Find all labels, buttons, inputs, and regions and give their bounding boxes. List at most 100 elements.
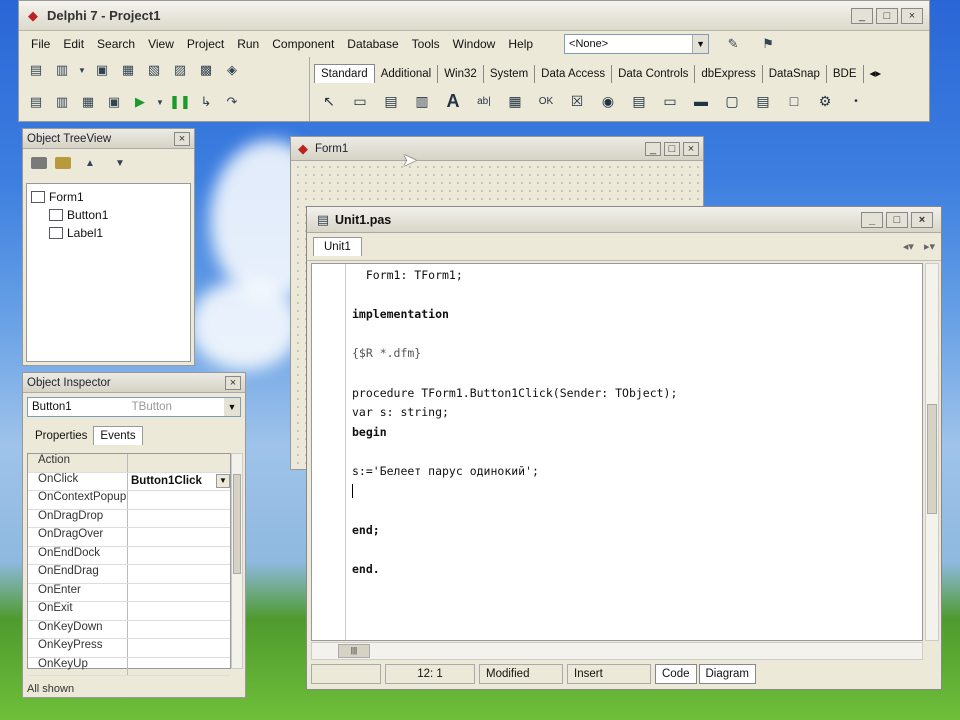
grid-row[interactable]: OnContextPopup — [28, 491, 230, 510]
event-value-field[interactable]: Button1Click ▼ — [128, 473, 230, 491]
button-icon[interactable]: OK — [533, 88, 559, 114]
new-item-icon[interactable] — [55, 157, 71, 169]
grid-row[interactable]: OnDragOver — [28, 528, 230, 547]
menu-file[interactable]: File — [31, 37, 50, 51]
inspector-object-select[interactable]: Button1 TButton ▼ — [27, 397, 241, 417]
open-project-icon[interactable]: ▧ — [143, 59, 165, 81]
actionlist-icon[interactable]: ⚙ — [812, 88, 838, 114]
pause-icon[interactable]: ❚❚ — [169, 91, 191, 113]
new-form-icon[interactable]: ▣ — [103, 91, 125, 113]
code-text-area[interactable]: Form1: TForm1; implementation {$R *.dfm}… — [311, 263, 923, 641]
grid-row[interactable]: OnClick Button1Click ▼ — [28, 472, 230, 491]
tree-node-form1[interactable]: Form1 — [31, 188, 186, 206]
inspector-scrollbar[interactable] — [231, 453, 243, 669]
radiogroup-icon[interactable]: ▤ — [750, 88, 776, 114]
close-button[interactable]: × — [901, 7, 923, 24]
event-value[interactable] — [128, 491, 230, 509]
editor-vertical-scrollbar[interactable] — [925, 263, 939, 641]
back-arrow-icon[interactable]: ◂▾ — [903, 240, 914, 253]
dropdown-icon[interactable]: ▼ — [77, 59, 87, 81]
close-button[interactable]: × — [174, 131, 190, 146]
grid-row[interactable]: OnKeyPress — [28, 639, 230, 658]
step-into-icon[interactable]: ↳ — [195, 91, 217, 113]
chevron-down-icon[interactable]: ▼ — [224, 398, 240, 416]
scrollbar-thumb[interactable] — [927, 404, 937, 514]
maximize-button[interactable]: □ — [876, 7, 898, 24]
toggle-form-icon[interactable]: ▦ — [77, 91, 99, 113]
edit-icon[interactable]: ab| — [471, 88, 497, 114]
dropdown-icon[interactable]: ▼ — [155, 91, 165, 113]
save-all-icon[interactable]: ▦ — [117, 59, 139, 81]
palette-scroll-icon[interactable]: ◂▸ — [864, 63, 888, 83]
event-value[interactable] — [128, 658, 230, 676]
event-value[interactable] — [128, 621, 230, 639]
open-icon[interactable]: ▥ — [51, 59, 73, 81]
close-button[interactable]: × — [683, 141, 699, 156]
close-button[interactable]: × — [911, 211, 933, 228]
event-value[interactable] — [128, 454, 230, 472]
run-icon[interactable]: ▶ — [129, 91, 151, 113]
tree-node-button1[interactable]: Button1 — [31, 206, 186, 224]
minimize-button[interactable]: _ — [861, 211, 883, 228]
memo-icon[interactable]: ▦ — [502, 88, 528, 114]
menu-search[interactable]: Search — [97, 37, 135, 51]
maximize-button[interactable]: □ — [664, 141, 680, 156]
event-value[interactable] — [128, 584, 230, 602]
palette-tab-standard[interactable]: Standard — [314, 64, 375, 83]
tab-properties[interactable]: Properties — [29, 427, 93, 445]
event-value[interactable] — [128, 565, 230, 583]
grid-row[interactable]: OnExit — [28, 602, 230, 621]
palette-tab-win32[interactable]: Win32 — [438, 65, 484, 83]
palette-tab-data-controls[interactable]: Data Controls — [612, 65, 696, 83]
grid-row[interactable]: OnKeyUp — [28, 657, 230, 676]
editor-horizontal-scrollbar[interactable]: ||| — [311, 642, 923, 660]
step-over-icon[interactable]: ↷ — [221, 91, 243, 113]
palette-more-icon[interactable]: • — [843, 88, 869, 114]
palette-tab-data-access[interactable]: Data Access — [535, 65, 613, 83]
minimize-button[interactable]: _ — [645, 141, 661, 156]
tab-events[interactable]: Events — [93, 426, 143, 445]
event-value[interactable] — [128, 639, 230, 657]
event-value[interactable] — [128, 602, 230, 620]
tree-node-label1[interactable]: Label1 — [31, 224, 186, 242]
mainmenu-icon[interactable]: ▤ — [378, 88, 404, 114]
menu-component[interactable]: Component — [272, 37, 334, 51]
groupbox-icon[interactable]: ▢ — [719, 88, 745, 114]
tab-diagram[interactable]: Diagram — [698, 664, 756, 684]
view-unit-icon[interactable]: ▨ — [169, 59, 191, 81]
menu-tools[interactable]: Tools — [412, 37, 440, 51]
add-file-icon[interactable]: ▤ — [25, 91, 47, 113]
chevron-down-icon[interactable]: ▼ — [216, 474, 230, 489]
grid-row[interactable]: OnEnter — [28, 583, 230, 602]
menu-database[interactable]: Database — [347, 37, 398, 51]
menu-edit[interactable]: Edit — [63, 37, 84, 51]
grid-row[interactable]: OnKeyDown — [28, 620, 230, 639]
tab-unit1[interactable]: Unit1 — [313, 237, 362, 256]
menu-window[interactable]: Window — [453, 37, 496, 51]
panel-icon[interactable]: □ — [781, 88, 807, 114]
save-icon[interactable]: ▣ — [91, 59, 113, 81]
frames-icon[interactable]: ▭ — [347, 88, 373, 114]
checkbox-icon[interactable]: ☒ — [564, 88, 590, 114]
close-button[interactable]: × — [225, 375, 241, 390]
folder-icon[interactable] — [31, 157, 47, 169]
scrollbar-icon[interactable]: ▬ — [688, 88, 714, 114]
scrollbar-thumb[interactable]: ||| — [338, 644, 370, 658]
event-value[interactable] — [128, 510, 230, 528]
tab-code[interactable]: Code — [655, 664, 697, 684]
menu-project[interactable]: Project — [187, 37, 224, 51]
menu-run[interactable]: Run — [237, 37, 259, 51]
grid-row[interactable]: OnDragDrop — [28, 509, 230, 528]
grid-row[interactable]: Action — [28, 454, 230, 473]
palette-tab-system[interactable]: System — [484, 65, 536, 83]
scrollbar-thumb[interactable] — [233, 474, 241, 574]
popupmenu-icon[interactable]: ▥ — [409, 88, 435, 114]
listbox-icon[interactable]: ▤ — [626, 88, 652, 114]
grid-row[interactable]: OnEndDrag — [28, 565, 230, 584]
grid-row[interactable]: OnEndDock — [28, 546, 230, 565]
combobox-icon[interactable]: ▭ — [657, 88, 683, 114]
forward-arrow-icon[interactable]: ▸▾ — [924, 240, 935, 253]
menu-view[interactable]: View — [148, 37, 174, 51]
chevron-down-icon[interactable]: ▼ — [692, 35, 709, 53]
arrow-up-icon[interactable]: ▲ — [79, 152, 101, 174]
